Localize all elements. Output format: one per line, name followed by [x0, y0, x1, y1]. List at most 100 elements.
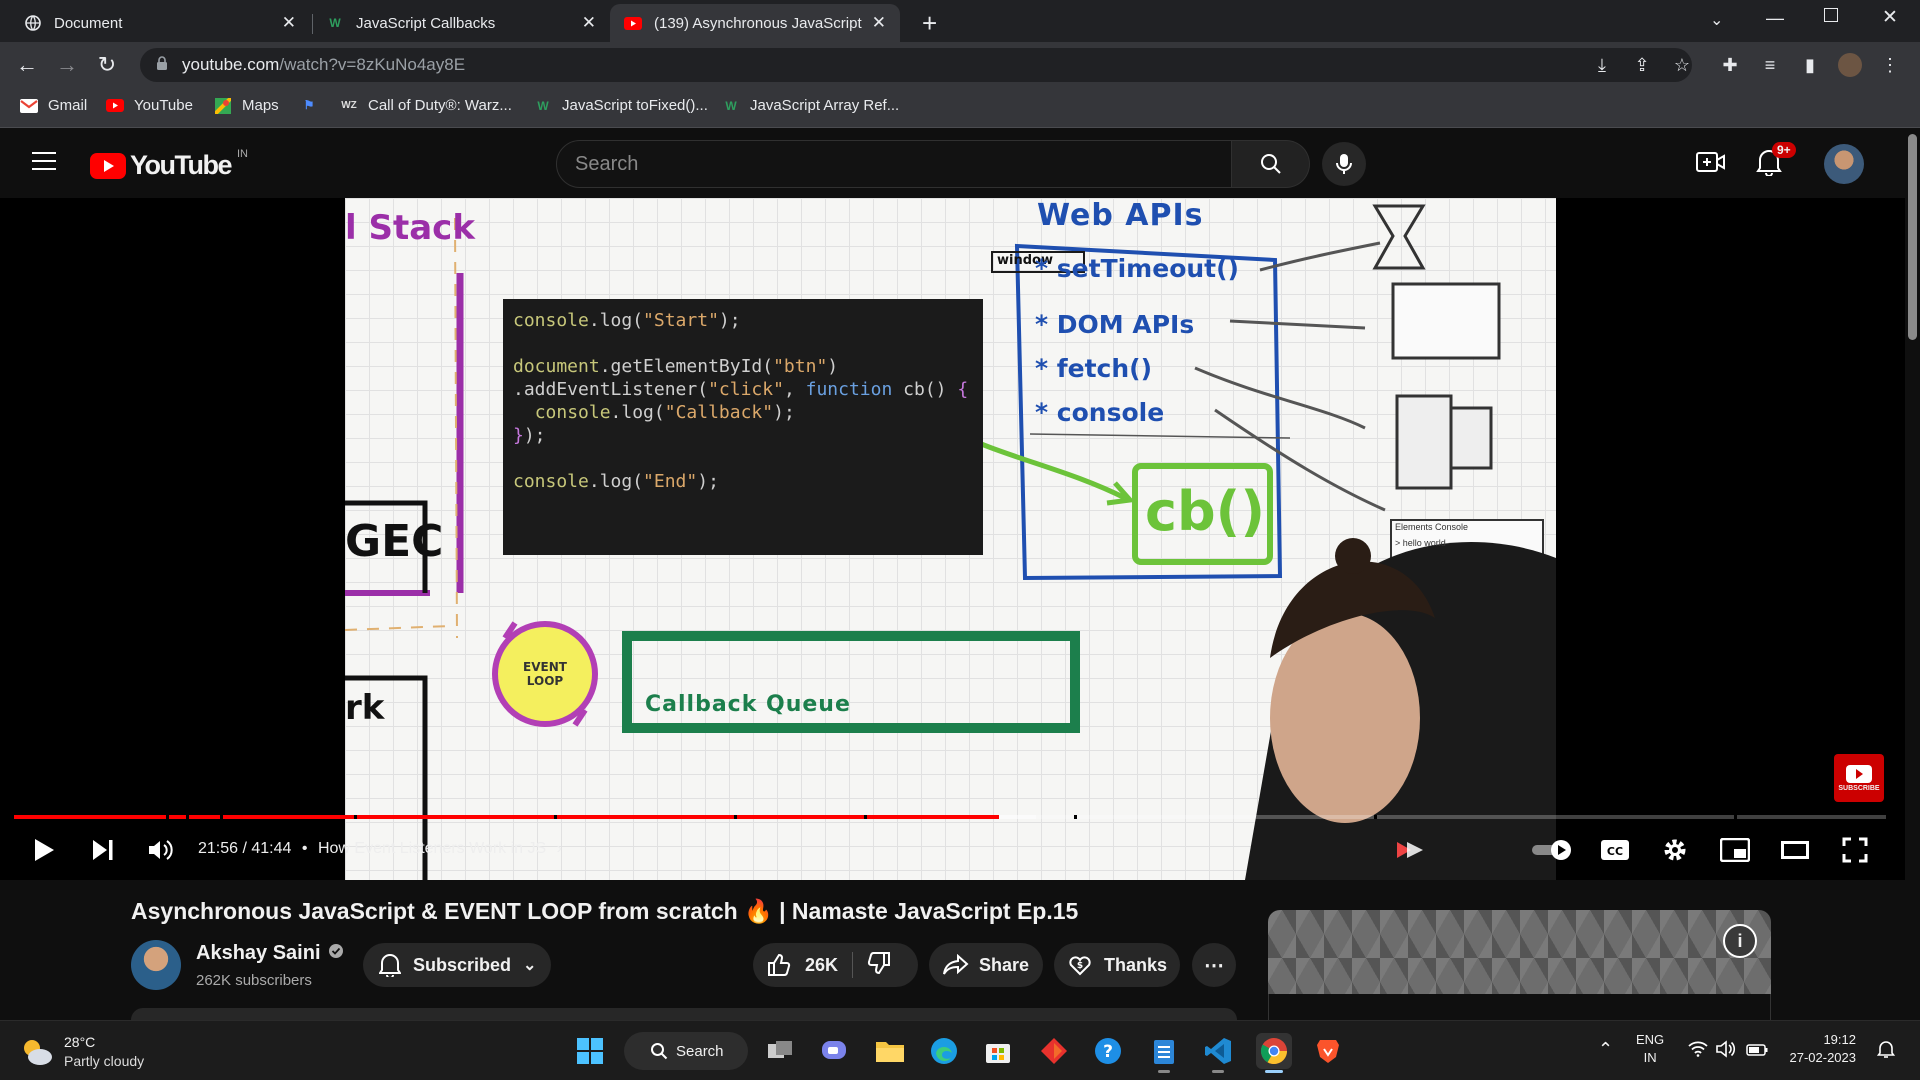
- back-arrow-icon[interactable]: ←: [12, 50, 42, 80]
- video-player[interactable]: l Stack GEC rk console.log("Start"); doc…: [0, 198, 1905, 880]
- thanks-button[interactable]: $ Thanks: [1054, 943, 1180, 987]
- folder-icon: [876, 1042, 904, 1062]
- channel-avatar[interactable]: [131, 940, 181, 990]
- store-button[interactable]: [980, 1033, 1016, 1069]
- brave-button[interactable]: [1310, 1033, 1346, 1069]
- bookmark-flag[interactable]: ⚑: [300, 97, 328, 113]
- notification-center-icon[interactable]: [1876, 1039, 1896, 1064]
- minimize-icon[interactable]: —: [1766, 8, 1784, 29]
- fullscreen-button[interactable]: [1838, 830, 1872, 870]
- url-host: youtube.com: [182, 55, 280, 74]
- teams-chat-button[interactable]: [816, 1033, 852, 1069]
- side-panel-icon[interactable]: ▮: [1798, 53, 1822, 77]
- reload-icon[interactable]: ↻: [92, 50, 122, 80]
- bookmark-array-ref[interactable]: W JavaScript Array Ref...: [722, 97, 899, 114]
- install-app-icon[interactable]: ⤓: [1590, 53, 1614, 77]
- chapter-title[interactable]: How Event Listeners Work in JS: [318, 840, 546, 857]
- media-queue-icon[interactable]: ≡: [1758, 53, 1782, 77]
- theater-mode-button[interactable]: [1778, 830, 1812, 870]
- battery-icon[interactable]: [1746, 1043, 1768, 1061]
- time-and-chapter: 21:56 / 41:44 • How Event Listeners Work…: [198, 840, 562, 858]
- dislike-button[interactable]: [867, 951, 891, 980]
- taskbar-search[interactable]: Search: [624, 1032, 748, 1070]
- close-window-icon[interactable]: ✕: [1882, 6, 1898, 29]
- play-icon: [35, 839, 54, 861]
- language-indicator[interactable]: ENG IN: [1636, 1031, 1664, 1067]
- bookmark-maps[interactable]: Maps: [214, 97, 279, 114]
- bookmark-gmail[interactable]: Gmail: [20, 97, 87, 114]
- close-tab-icon[interactable]: ✕: [282, 13, 296, 33]
- account-avatar[interactable]: [1824, 144, 1864, 184]
- next-button[interactable]: [88, 830, 118, 870]
- like-divider: [852, 952, 854, 978]
- windows-start-icon: [577, 1038, 603, 1064]
- ad-banner[interactable]: i: [1268, 910, 1771, 994]
- youtube-logo[interactable]: YouTube IN: [90, 148, 248, 181]
- bookmark-youtube[interactable]: YouTube: [106, 97, 193, 114]
- app-diamond-button[interactable]: [1036, 1033, 1072, 1069]
- task-view-icon: [768, 1041, 792, 1058]
- speaker-icon[interactable]: [1716, 1040, 1736, 1063]
- info-icon[interactable]: i: [1723, 924, 1757, 958]
- close-tab-icon[interactable]: ✕: [582, 13, 596, 33]
- bookmark-call-of-duty[interactable]: WZ Call of Duty®: Warz...: [340, 97, 512, 114]
- help-button[interactable]: ?: [1090, 1033, 1126, 1069]
- captions-button[interactable]: CC: [1598, 830, 1632, 870]
- new-tab-icon[interactable]: +: [922, 8, 937, 39]
- weather-widget[interactable]: 28°C Partly cloudy: [20, 1033, 144, 1071]
- progress-bar[interactable]: [14, 815, 1886, 819]
- channel-name[interactable]: Akshay Saini: [196, 942, 321, 965]
- chrome-button[interactable]: [1256, 1033, 1292, 1073]
- fullscreen-icon: [1842, 837, 1868, 863]
- like-button[interactable]: 26K: [767, 953, 838, 977]
- chrome-menu-icon[interactable]: ⋮: [1878, 53, 1902, 77]
- share-page-icon[interactable]: ⇪: [1630, 53, 1654, 77]
- tab-document[interactable]: Document ✕: [10, 4, 310, 42]
- play-button[interactable]: [28, 830, 60, 870]
- subscribe-watermark[interactable]: SUBSCRIBE: [1834, 754, 1884, 802]
- restore-icon[interactable]: [1824, 8, 1838, 22]
- start-button[interactable]: [572, 1033, 608, 1069]
- vscode-button[interactable]: [1200, 1033, 1236, 1073]
- tab-javascript-callbacks[interactable]: W JavaScript Callbacks ✕: [312, 4, 610, 42]
- share-button[interactable]: Share: [929, 943, 1043, 987]
- close-tab-icon[interactable]: ✕: [872, 13, 886, 33]
- address-bar[interactable]: youtube.com/watch?v=8zKuNo4ay8E: [140, 48, 1692, 82]
- profile-avatar-icon[interactable]: [1838, 53, 1862, 77]
- search-input[interactable]: Search: [556, 140, 1232, 188]
- autoplay-toggle[interactable]: [1530, 830, 1574, 870]
- search-icon: [651, 1043, 668, 1060]
- more-actions-button[interactable]: ⋯: [1192, 943, 1236, 987]
- task-view-button[interactable]: [762, 1033, 798, 1069]
- bookmark-star-icon[interactable]: ☆: [1670, 53, 1694, 77]
- chevron-right-icon[interactable]: ›: [557, 840, 562, 857]
- tab-search-chevron-icon[interactable]: ⌄: [1710, 10, 1723, 30]
- miniplayer-button[interactable]: [1718, 830, 1752, 870]
- voice-search-button[interactable]: [1322, 142, 1366, 186]
- tab-youtube-video[interactable]: (139) Asynchronous JavaScript & ✕: [610, 4, 900, 42]
- bookmark-label: JavaScript Array Ref...: [750, 97, 900, 114]
- warzone-icon: WZ: [341, 100, 357, 111]
- hamburger-menu-icon[interactable]: [32, 152, 56, 172]
- bookmark-tofixed[interactable]: W JavaScript toFixed()...: [534, 97, 708, 114]
- wifi-icon[interactable]: [1688, 1041, 1708, 1062]
- share-overlay-button[interactable]: [1386, 830, 1434, 870]
- clock[interactable]: 19:12 27-02-2023: [1786, 1031, 1857, 1067]
- file-explorer-button[interactable]: [872, 1033, 908, 1069]
- page-scrollbar[interactable]: [1905, 128, 1920, 1020]
- create-video-button[interactable]: [1696, 150, 1726, 179]
- show-hidden-icons-chevron[interactable]: ⌃: [1598, 1039, 1613, 1060]
- extensions-puzzle-icon[interactable]: ✚: [1718, 53, 1742, 77]
- web-api-dom: * DOM APIs: [1035, 310, 1195, 339]
- edge-button[interactable]: [926, 1033, 962, 1069]
- channel-name-row[interactable]: Akshay Saini: [196, 942, 343, 965]
- scrollbar-thumb[interactable]: [1908, 134, 1917, 340]
- settings-button[interactable]: [1658, 830, 1692, 870]
- forward-arrow-icon[interactable]: →: [52, 50, 82, 80]
- volume-button[interactable]: [146, 830, 176, 870]
- notifications-button[interactable]: 9+: [1756, 142, 1796, 181]
- youtube-logo-text: YouTube: [130, 150, 232, 180]
- search-button[interactable]: [1232, 140, 1310, 188]
- subscribed-button[interactable]: Subscribed ⌄: [363, 943, 551, 987]
- notepad-button[interactable]: [1146, 1033, 1182, 1073]
